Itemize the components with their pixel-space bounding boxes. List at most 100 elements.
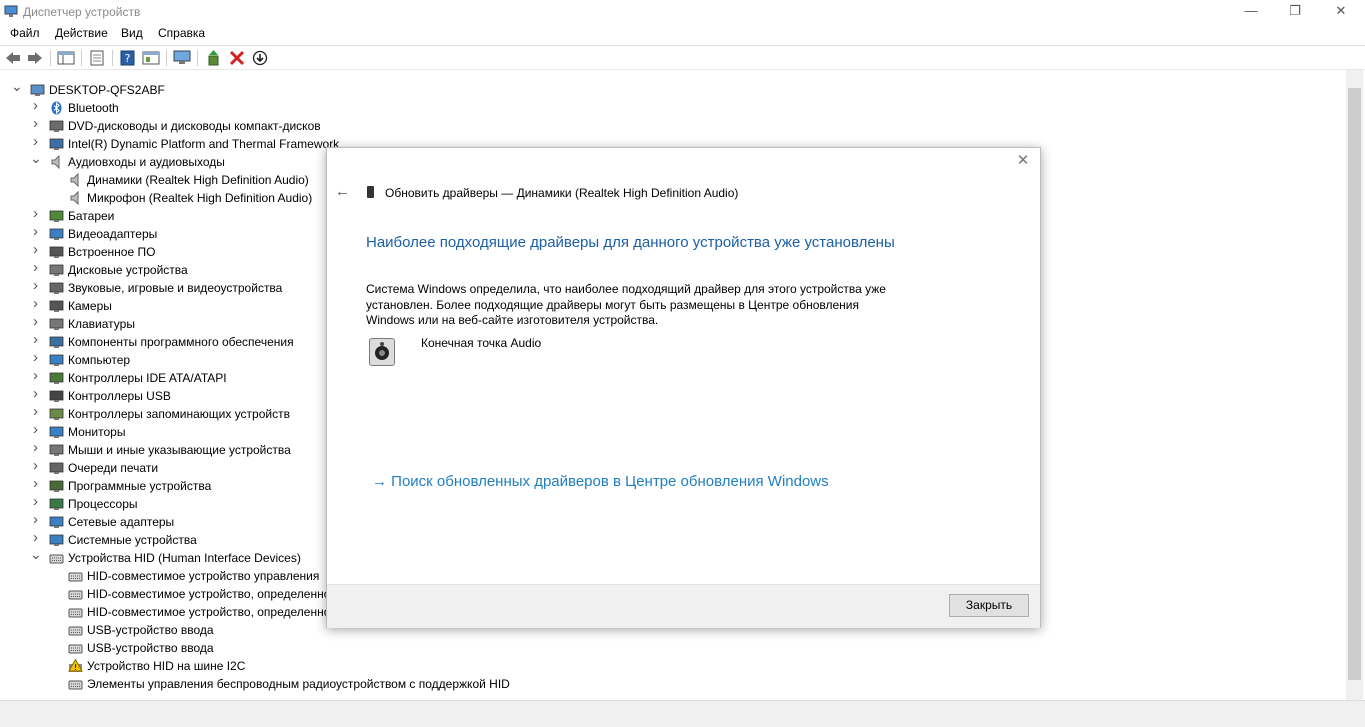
chevron-right-icon[interactable]: › [30,530,41,545]
keyboard-icon [49,317,64,331]
menu-file[interactable]: Файл [10,26,40,40]
dialog-close-icon[interactable]: ✕ [1014,152,1032,170]
monitor-icon [49,425,64,439]
tree-item-label: Мониторы [68,425,126,439]
tree-item[interactable]: Элементы управления беспроводным радиоус… [2,675,902,693]
tree-item[interactable]: USB-устройство ввода [2,639,902,657]
menu-help[interactable]: Справка [158,26,205,40]
chevron-right-icon[interactable]: › [30,260,41,275]
update-driver-icon[interactable] [205,50,223,66]
menu-action[interactable]: Действие [55,26,108,40]
tree-item-label: DESKTOP-QFS2ABF [49,83,165,97]
network-icon [49,515,64,529]
ide-icon [49,371,64,385]
chevron-down-icon[interactable]: ⌄ [30,547,42,561]
software-icon [49,335,64,349]
camera-icon [49,299,64,313]
svg-text:?: ? [125,52,131,65]
tree-item-label: Процессоры [68,497,138,511]
tree-item-label: Компьютер [68,353,131,367]
title-bar[interactable]: Диспетчер устройств — ❐ ✕ [0,0,1365,24]
audio-endpoint-icon [369,338,395,366]
chevron-right-icon[interactable]: › [30,206,41,221]
chevron-right-icon[interactable]: › [30,476,41,491]
tree-item-label: Аудиовходы и аудиовыходы [68,155,225,169]
chevron-right-icon[interactable]: › [30,350,41,365]
bluetooth-icon [49,101,64,115]
chevron-right-icon[interactable]: › [30,512,41,527]
chevron-right-icon[interactable]: › [30,134,41,149]
show-hide-tree-icon[interactable] [57,50,75,66]
chevron-right-icon[interactable]: › [30,116,41,131]
processor-icon [49,497,64,511]
close-button[interactable]: Закрыть [949,594,1029,617]
chevron-right-icon[interactable]: › [30,314,41,329]
tree-item-label: Динамики (Realtek High Definition Audio) [87,173,309,187]
display-adapter-icon [49,227,64,241]
system-icon [49,533,64,547]
close-window-button[interactable]: ✕ [1318,0,1364,24]
tree-item[interactable]: › Bluetooth [2,98,902,117]
chip-icon [49,137,64,151]
tree-item-label: Контроллеры USB [68,389,171,403]
back-arrow-icon[interactable]: ← [335,183,350,200]
chevron-right-icon[interactable]: › [30,386,41,401]
dialog-description: Система Windows определила, что наиболее… [366,282,886,327]
hid-icon [49,551,64,565]
chevron-right-icon[interactable]: › [30,242,41,257]
chevron-right-icon[interactable]: › [30,494,41,509]
tree-item-label: USB-устройство ввода [87,623,214,637]
chevron-down-icon[interactable]: ⌄ [30,151,42,165]
svg-text:!: ! [74,663,77,672]
device-manager-icon [4,5,18,17]
tree-item-label: Устройства HID (Human Interface Devices) [68,551,301,565]
back-arrow-icon[interactable] [4,50,22,66]
scan-window-icon[interactable] [142,50,160,66]
tree-item[interactable]: ⌄ DESKTOP-QFS2ABF [2,79,902,99]
speaker-icon [68,190,83,206]
scan-hardware-icon[interactable] [173,50,191,66]
chevron-down-icon[interactable]: ⌄ [11,79,23,93]
chevron-right-icon[interactable]: › [30,422,41,437]
menu-view[interactable]: Вид [121,26,143,40]
disable-device-icon[interactable] [251,50,269,66]
speaker-icon [49,154,64,170]
tree-item-label: Сетевые адаптеры [68,515,175,529]
uninstall-device-icon[interactable] [228,50,246,66]
software-device-icon [49,479,64,493]
monitor-icon [49,353,64,367]
scrollbar-thumb[interactable] [1348,88,1361,680]
tree-item-label: Дисковые устройства [68,263,188,277]
hid-icon [68,641,83,655]
tree-item-label: Элементы управления беспроводным радиоус… [87,677,510,691]
help-icon[interactable]: ? [119,50,137,66]
tree-item-label: Клавиатуры [68,317,135,331]
tree-item-label: Bluetooth [68,101,119,115]
tree-item-label: Видеоадаптеры [68,227,158,241]
tree-item[interactable]: ! Устройство HID на шине I2C [2,657,902,675]
status-bar [0,700,1365,727]
search-windows-update-link[interactable]: → Поиск обновленных драйверов в Центре о… [372,471,832,505]
minimize-button[interactable]: — [1228,0,1274,24]
chevron-right-icon[interactable]: › [30,98,41,113]
chevron-right-icon[interactable]: › [30,404,41,419]
chevron-right-icon[interactable]: › [30,278,41,293]
chevron-right-icon[interactable]: › [30,332,41,347]
sound-icon [49,281,64,295]
link-label: Поиск обновленных драйверов в Центре обн… [391,473,829,490]
tree-item[interactable]: › DVD-дисководы и дисководы компакт-диско… [2,116,902,135]
computer-icon [30,83,45,97]
usb-icon [49,389,64,403]
forward-arrow-icon[interactable] [26,50,44,66]
storage-icon [49,407,64,421]
chevron-right-icon[interactable]: › [30,296,41,311]
chevron-right-icon[interactable]: › [30,368,41,383]
chevron-right-icon[interactable]: › [30,458,41,473]
hid-icon [68,569,83,583]
properties-icon[interactable] [88,50,106,66]
maximize-button[interactable]: ❐ [1272,0,1318,24]
chevron-right-icon[interactable]: › [30,440,41,455]
tree-item-label: Микрофон (Realtek High Definition Audio) [87,191,313,205]
chevron-right-icon[interactable]: › [30,224,41,239]
tree-item-label: Программные устройства [68,479,212,493]
